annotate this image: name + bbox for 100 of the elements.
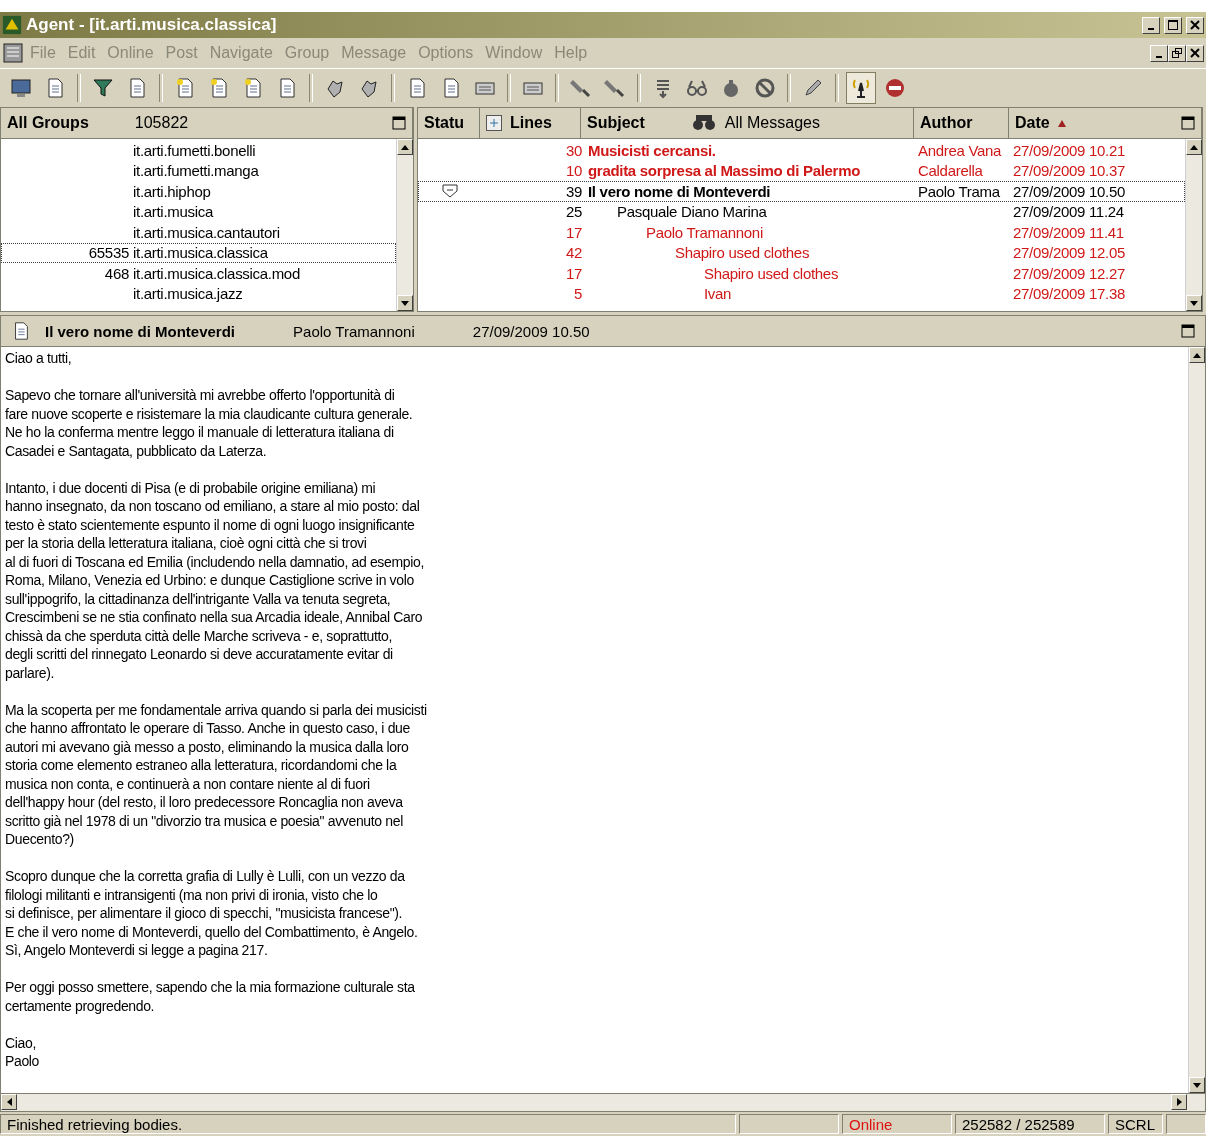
maximize-icon[interactable] [392, 116, 406, 130]
subject: Shapiro used clothes [703, 264, 840, 282]
message-counts: 252582 / 252589 [955, 1114, 1105, 1134]
column-header[interactable]: Statu [424, 114, 464, 132]
filter-label[interactable]: All Messages [724, 114, 820, 132]
close-icon [1190, 20, 1200, 30]
scroll-down-icon[interactable] [1193, 1082, 1201, 1088]
author: Caldarella [917, 162, 984, 180]
restore-icon [1172, 48, 1182, 58]
group-name: it.arti.fumetti.manga [133, 162, 259, 180]
body-paragraph: Intanto, i due docenti di Pisa (e di probabile origine emiliana) mi hanno insegnato, da non toscano od emiliano, a stare al mio posto: dal testo è stato scientemente espunto il nome di ogni luogo insignificante per la storia della letteratura italiana, cioè ogni città che si trovi al di fuori di Toscana ed Emilia (includendo nella damnatio, ad esempio, Roma, Milano, Venezia ed Urbino: e dunque Castiglione scrive in volo sull'ippogrifo, la cittadinanza dell'intrigante Valla va tenuta segreta, Crescimbeni se ne stia confinato nella sua Arcadia ideale, Annibal Caro chissà da che sperduta città delle Marche scriveva - e, soprattutto, degli scritti del rinnegato Leonardo si deve accuratamente evitar di parlare). [5, 478, 425, 682]
subject: Musicisti cercansi. [587, 141, 717, 159]
minimize-icon [1156, 55, 1162, 58]
minimize-button[interactable] [1150, 44, 1168, 62]
scrollbar[interactable] [396, 139, 413, 311]
message-row[interactable]: 25 Pasquale Diano Marina 27/09/2009 11.24 [418, 201, 1185, 222]
message-row[interactable]: 39 Il vero nome di Monteverdi Paolo Trama 27/09/2009 10.50 [418, 181, 1185, 202]
sort-arrow-icon[interactable] [1057, 119, 1066, 127]
binoculars-icon[interactable] [690, 113, 717, 133]
close-button[interactable] [1186, 16, 1204, 34]
body-paragraph: Ciao, Paolo [5, 1033, 41, 1071]
line-count: 25 [564, 203, 582, 221]
message-date: 27/09/2009 10.50 [472, 322, 590, 340]
body-paragraph: Ma la scoperta per me fondamentale arriva quando si parla dei musicisti che hanno affrontato le operare di Tasso. Anche in questo caso, i due autori mi avevano già messo a posto, eliminando la musica dalla loro storia come elemento estraneo alla letteratura, ricordandomi che la musica non conta, e continuerà a non contare niente al di fuori dell'happy hour (del resto, il loro predecessore Roncaglia non aveva scritto già nel 1978 di un "divorzio tra musica e poesia" avvenuto nel Duecento?) [5, 700, 428, 849]
minimize-icon [1148, 27, 1154, 30]
scroll-down-icon[interactable] [1190, 300, 1198, 306]
scroll-up-icon[interactable] [1193, 352, 1201, 358]
scroll-right-icon[interactable] [1176, 1098, 1182, 1106]
line-count: 17 [564, 223, 582, 241]
scroll-up-icon[interactable] [401, 144, 409, 150]
author: Paolo Trama [917, 182, 1001, 200]
subject: Ivan [703, 285, 733, 303]
scrollbar[interactable] [1185, 139, 1202, 311]
date: 27/09/2009 12.27 [1012, 264, 1126, 282]
maximize-icon[interactable] [1181, 116, 1195, 130]
scrollbar[interactable] [1188, 347, 1205, 1093]
group-row[interactable]: it.arti.musica.jazz [1, 283, 396, 304]
subject: Paolo Tramannoni [645, 223, 764, 241]
column-header[interactable]: Author [920, 114, 973, 132]
line-count: 17 [564, 264, 582, 282]
restore-button[interactable] [1168, 44, 1186, 62]
date: 27/09/2009 11.41 [1012, 223, 1125, 241]
group-name: it.arti.hiphop [133, 182, 211, 200]
line-count: 42 [564, 244, 582, 262]
date: 27/09/2009 10.21 [1012, 141, 1126, 159]
group-name: it.arti.musica.jazz [133, 285, 243, 303]
collapse-icon[interactable] [442, 184, 458, 199]
scroll-up-icon[interactable] [1190, 144, 1198, 150]
message-row[interactable]: 10 gradita sorpresa al Massimo di Palermo Caldarella 27/09/2009 10.37 [418, 160, 1185, 181]
subject: Il vero nome di Monteverdi [587, 182, 772, 200]
date: 27/09/2009 17.38 [1012, 285, 1126, 303]
body-paragraph: Per oggi posso smettere, sapendo che la mia formazione culturale sta certamente progredendo. [5, 978, 416, 1015]
message-row[interactable]: 30 Musicisti cercansi. Andrea Vana 27/09/2009 10.21 [418, 140, 1185, 161]
subject: Shapiro used clothes [674, 244, 811, 262]
subject: gradita sorpresa al Massimo di Palermo [587, 162, 862, 180]
status-panel [1166, 1114, 1206, 1134]
group-row[interactable]: it.arti.fumetti.bonelli [1, 140, 396, 161]
date: 27/09/2009 10.37 [1012, 162, 1126, 180]
expand-icon[interactable] [486, 115, 502, 131]
group-row[interactable]: 468 it.arti.musica.classica.mod [1, 263, 396, 284]
group-name: it.arti.musica.cantautori [133, 223, 280, 241]
line-count: 10 [564, 162, 582, 180]
group-name: it.arti.musica [133, 203, 213, 221]
close-button[interactable] [1186, 44, 1204, 62]
subject: Pasquale Diano Marina [616, 203, 768, 221]
message-row[interactable]: 5 Ivan 27/09/2009 17.38 [418, 283, 1185, 304]
group-row[interactable]: 65535 it.arti.musica.classica [1, 242, 396, 263]
connection-status: Online [842, 1114, 952, 1134]
message-row[interactable]: 17 Shapiro used clothes 27/09/2009 12.27 [418, 263, 1185, 284]
group-row[interactable]: it.arti.musica.cantautori [1, 222, 396, 243]
maximize-icon [1168, 20, 1178, 30]
minimize-button[interactable] [1142, 16, 1160, 34]
message-author: Paolo Tramannoni [293, 322, 415, 340]
author: Andrea Vana [917, 141, 1003, 159]
date: 27/09/2009 10.50 [1012, 182, 1126, 200]
line-count: 5 [572, 285, 582, 303]
line-count: 39 [564, 182, 582, 200]
scroll-left-icon[interactable] [6, 1098, 12, 1106]
maximize-icon[interactable] [1181, 324, 1195, 338]
message-count: 468 [103, 264, 130, 282]
message-row[interactable]: 17 Paolo Tramannoni 27/09/2009 11.41 [418, 222, 1185, 243]
group-row[interactable]: it.arti.musica [1, 201, 396, 222]
horizontal-scrollbar[interactable] [0, 1094, 1206, 1112]
group-row[interactable]: it.arti.fumetti.manga [1, 160, 396, 181]
close-icon [1190, 48, 1200, 58]
column-header[interactable]: Date [1015, 114, 1050, 132]
group-row[interactable]: it.arti.hiphop [1, 181, 396, 202]
document-window-icon [2, 42, 24, 64]
body-paragraph: Sapevo che tornare all'università mi avrebbe offerto l'opportunità di fare nuove scoperte e risistemare la mia claudicante cultura generale. Ne ho la conferma mentre leggo il manuale di letteratura italiana di Casadei e Santagata, pubblicato da Laterza. [5, 386, 414, 460]
message-row[interactable]: 42 Shapiro used clothes 27/09/2009 12.05 [418, 242, 1185, 263]
maximize-button[interactable] [1164, 16, 1182, 34]
column-header[interactable]: Subject [587, 114, 645, 132]
antenna-icon[interactable] [846, 72, 876, 104]
message-count: 65535 [87, 244, 130, 262]
date: 27/09/2009 12.05 [1012, 244, 1126, 262]
column-header[interactable]: Lines [510, 114, 552, 132]
scroll-lock-indicator: SCRL [1108, 1114, 1163, 1134]
scroll-down-icon[interactable] [401, 300, 409, 306]
body-paragraph: Scopro dunque che la corretta grafia di Lully è Lulli, con un vezzo da filologi militanti e intransigenti (ma non privi di ironia, visto che lo si definisce, per alimentare il gioco di specchi, "musicista francese"). E che il vero nome di Monteverdi, quello del Combattimento, è Angelo. Sì, Angelo Monteverdi si legge a pagina 217. [5, 867, 419, 960]
group-name: it.arti.musica.classica [133, 244, 268, 262]
